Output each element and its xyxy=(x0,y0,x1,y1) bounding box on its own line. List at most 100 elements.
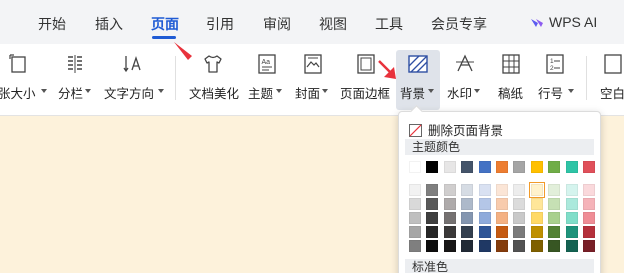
color-swatch[interactable] xyxy=(583,212,595,224)
color-swatch[interactable] xyxy=(461,212,474,224)
color-swatch[interactable] xyxy=(409,184,421,196)
color-swatch[interactable] xyxy=(426,212,439,224)
color-swatch[interactable] xyxy=(530,161,543,173)
tab-tools[interactable]: 工具 xyxy=(375,14,403,34)
color-swatch[interactable] xyxy=(461,226,474,238)
wps-ai-label: WPS AI xyxy=(549,14,598,30)
document-beautify-label: 文档美化 xyxy=(189,87,240,101)
color-swatch[interactable] xyxy=(478,184,491,196)
color-swatch[interactable] xyxy=(583,226,595,238)
color-swatch[interactable] xyxy=(565,184,578,196)
color-swatch[interactable] xyxy=(530,212,543,224)
color-swatch[interactable] xyxy=(583,240,595,252)
color-swatch[interactable] xyxy=(496,198,508,210)
manuscript-paper-button[interactable]: 稿纸 xyxy=(492,44,532,110)
color-swatch[interactable] xyxy=(513,240,526,252)
color-swatch[interactable] xyxy=(530,240,543,252)
color-swatch[interactable] xyxy=(426,184,439,196)
color-swatch[interactable] xyxy=(478,161,491,173)
color-swatch[interactable] xyxy=(496,184,508,196)
tab-view[interactable]: 视图 xyxy=(319,14,347,34)
tab-references[interactable]: 引用 xyxy=(206,14,234,34)
color-swatch[interactable] xyxy=(409,226,421,238)
wps-ai-button[interactable]: WPS AI xyxy=(530,14,597,30)
color-swatch[interactable] xyxy=(496,161,508,173)
color-swatch[interactable] xyxy=(409,240,421,252)
color-swatch[interactable] xyxy=(443,161,456,173)
color-swatch[interactable] xyxy=(583,184,595,196)
color-swatch[interactable] xyxy=(565,161,578,173)
color-swatch[interactable] xyxy=(461,240,474,252)
color-swatch[interactable] xyxy=(443,240,456,252)
color-swatch[interactable] xyxy=(513,212,526,224)
cover-button[interactable]: 封面 xyxy=(292,44,336,110)
color-swatch[interactable] xyxy=(565,212,578,224)
color-swatch[interactable] xyxy=(443,184,456,196)
color-swatch[interactable] xyxy=(461,184,474,196)
text-direction-button[interactable]: 文字方向 xyxy=(100,44,166,110)
svg-text:1: 1 xyxy=(550,58,554,65)
color-swatch[interactable] xyxy=(426,240,439,252)
tab-page[interactable]: 页面 xyxy=(151,14,179,34)
color-swatch[interactable] xyxy=(478,198,491,210)
color-swatch[interactable] xyxy=(548,212,561,224)
paper-size-button[interactable]: 张大小 xyxy=(0,44,48,110)
color-swatch[interactable] xyxy=(583,198,595,210)
line-number-button[interactable]: 1 2 行号 xyxy=(534,44,578,110)
color-swatch[interactable] xyxy=(478,240,491,252)
color-swatch[interactable] xyxy=(496,226,508,238)
chevron-down-icon xyxy=(474,89,480,93)
color-swatch[interactable] xyxy=(565,226,578,238)
remove-page-background-item[interactable]: 删除页面背景 xyxy=(409,120,503,138)
color-swatch[interactable] xyxy=(409,161,421,173)
color-swatch[interactable] xyxy=(496,212,508,224)
menu-bar: 开始 插入 页面 引用 审阅 视图 工具 会员专享 WPS AI xyxy=(0,0,624,44)
color-swatch[interactable] xyxy=(548,226,561,238)
color-swatch[interactable] xyxy=(426,198,439,210)
theme-icon: Aa xyxy=(258,54,276,74)
theme-colors-header: 主题颜色 xyxy=(405,139,594,155)
page-border-icon xyxy=(357,54,375,74)
color-swatch[interactable] xyxy=(530,198,543,210)
color-swatch[interactable] xyxy=(513,184,526,196)
columns-button[interactable]: 分栏 xyxy=(52,44,96,110)
color-swatch[interactable] xyxy=(548,240,561,252)
color-swatch[interactable] xyxy=(548,198,561,210)
color-swatch[interactable] xyxy=(513,198,526,210)
color-swatch[interactable] xyxy=(565,198,578,210)
color-swatch[interactable] xyxy=(409,212,421,224)
color-swatch[interactable] xyxy=(565,240,578,252)
color-swatch[interactable] xyxy=(528,182,545,198)
color-swatch[interactable] xyxy=(548,184,561,196)
color-swatch[interactable] xyxy=(426,226,439,238)
color-swatch[interactable] xyxy=(461,198,474,210)
tab-insert[interactable]: 插入 xyxy=(95,14,123,34)
active-tab-indicator xyxy=(152,36,176,39)
color-swatch[interactable] xyxy=(443,226,456,238)
tab-member[interactable]: 会员专享 xyxy=(431,14,487,34)
tab-start[interactable]: 开始 xyxy=(38,14,66,34)
color-swatch[interactable] xyxy=(443,212,456,224)
color-swatch[interactable] xyxy=(426,161,439,173)
color-swatch[interactable] xyxy=(548,161,561,173)
color-swatch[interactable] xyxy=(409,198,421,210)
blank-page-button[interactable]: 空白 xyxy=(596,44,624,110)
watermark-button[interactable]: 水印 xyxy=(444,44,488,110)
color-swatch[interactable] xyxy=(513,161,526,173)
color-swatch[interactable] xyxy=(496,240,508,252)
svg-text:2: 2 xyxy=(550,65,554,72)
color-swatch[interactable] xyxy=(513,226,526,238)
color-swatch[interactable] xyxy=(443,198,456,210)
color-swatch[interactable] xyxy=(478,212,491,224)
color-swatch[interactable] xyxy=(478,226,491,238)
color-swatch[interactable] xyxy=(530,226,543,238)
color-swatch[interactable] xyxy=(461,161,474,173)
paper-size-label: 张大小 xyxy=(0,87,36,101)
ribbon-toolbar: 张大小 分栏 文字方向 文档美化 Aa 主题 封面 页面边框 背景 水印 稿纸 … xyxy=(0,44,624,116)
theme-button[interactable]: Aa 主题 xyxy=(246,44,290,110)
color-swatch[interactable] xyxy=(583,161,595,173)
chevron-down-icon xyxy=(41,89,47,93)
background-button[interactable]: 背景 xyxy=(396,50,440,110)
tab-review[interactable]: 审阅 xyxy=(263,14,291,34)
chevron-down-icon xyxy=(276,89,282,93)
